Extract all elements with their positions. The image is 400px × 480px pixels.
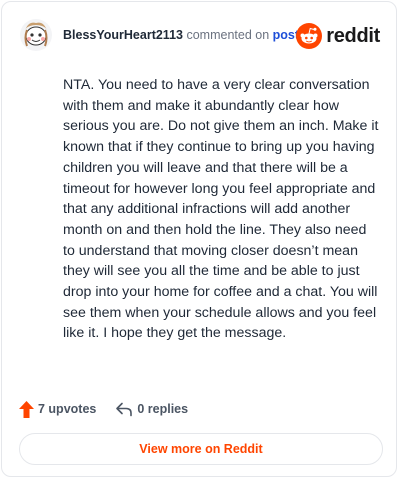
post-link[interactable]: post — [273, 28, 299, 42]
upvote-button[interactable]: 7 upvotes — [19, 400, 97, 418]
reddit-logo[interactable]: reddit — [296, 22, 380, 50]
comment-header: BlessYourHeart2113 commented on post red… — [19, 18, 380, 52]
commented-on-label: commented on — [186, 28, 270, 42]
comment-actions: 7 upvotes 0 replies — [19, 398, 188, 420]
reddit-logo-icon — [296, 23, 323, 49]
username-link[interactable]: BlessYourHeart2113 — [63, 28, 183, 42]
upvote-arrow-icon — [19, 400, 34, 418]
comment-body: NTA. You need to have a very clear conve… — [63, 77, 379, 342]
comment-card: BlessYourHeart2113 commented on post red… — [1, 1, 397, 477]
comment-attribution: BlessYourHeart2113 commented on post — [63, 28, 299, 42]
reddit-wordmark: reddit — [326, 24, 380, 47]
snoo-avatar-icon[interactable] — [19, 18, 53, 52]
reply-count: 0 replies — [137, 402, 189, 416]
reply-button[interactable]: 0 replies — [115, 402, 188, 417]
view-more-button[interactable]: View more on Reddit — [19, 433, 383, 465]
reply-arrow-icon — [116, 402, 133, 416]
upvote-count: 7 upvotes — [38, 402, 97, 416]
